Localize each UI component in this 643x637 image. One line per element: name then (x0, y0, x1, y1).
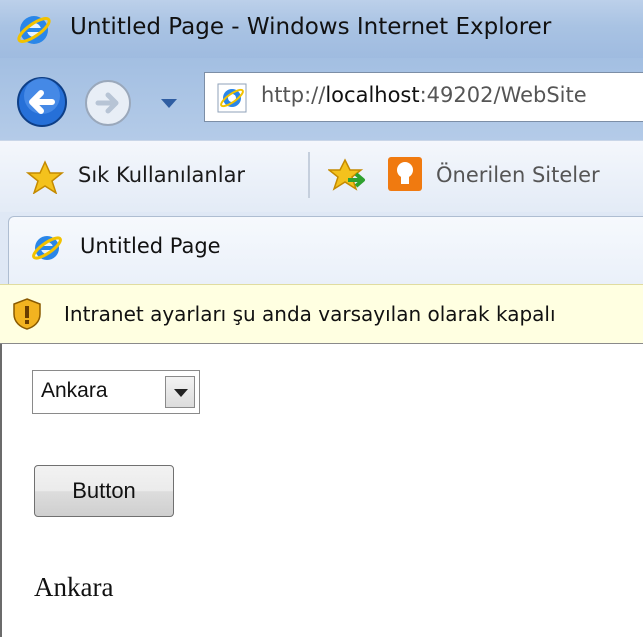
city-dropdown[interactable]: Ankara (32, 370, 200, 414)
result-label: Ankara (34, 572, 114, 602)
toolbar-separator (308, 152, 310, 198)
address-bar[interactable]: http://localhost:49202/WebSite (204, 72, 643, 122)
dropdown-selected-value: Ankara (41, 379, 108, 402)
chevron-down-icon[interactable] (165, 376, 195, 408)
ie-logo-icon (17, 16, 51, 44)
star-icon[interactable] (26, 160, 64, 194)
recent-pages-chevron-icon[interactable] (160, 98, 178, 110)
ie-logo-icon (32, 236, 62, 260)
favorites-button[interactable]: Sık Kullanılanlar (78, 163, 245, 187)
suggested-sites-icon[interactable] (388, 157, 422, 191)
page-ie-icon (217, 83, 247, 113)
back-button[interactable] (14, 76, 74, 128)
address-text: http://localhost:49202/WebSite (261, 83, 587, 107)
information-bar-message: Intranet ayarları şu anda varsayılan ola… (64, 302, 556, 326)
shield-warning-icon (13, 298, 41, 330)
add-favorite-icon[interactable] (328, 158, 368, 192)
suggested-sites-button[interactable]: Önerilen Siteler (436, 163, 600, 187)
tab-label: Untitled Page (80, 234, 221, 258)
submit-button[interactable]: Button (34, 465, 174, 517)
forward-button[interactable] (82, 79, 138, 127)
window-title: Untitled Page - Windows Internet Explore… (70, 14, 552, 40)
